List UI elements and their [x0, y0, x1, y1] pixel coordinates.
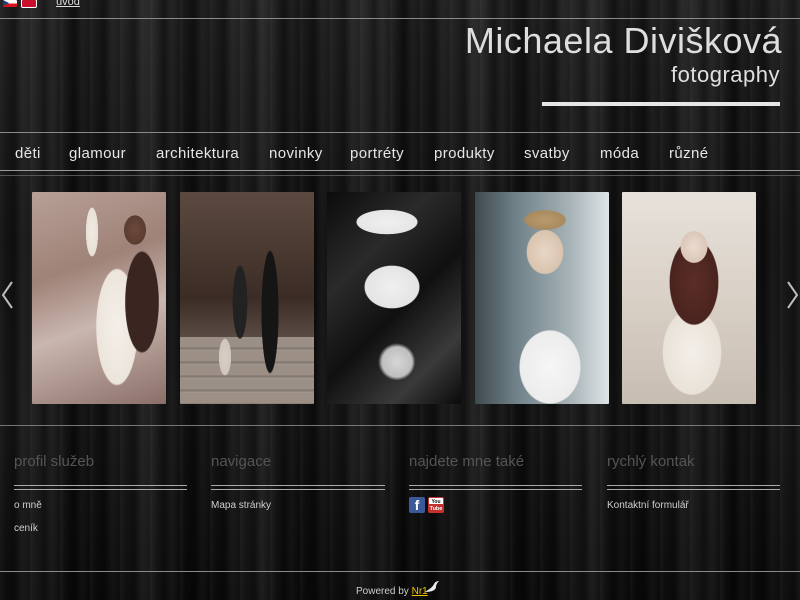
nav-item-portrety[interactable]: portréty: [350, 145, 404, 162]
powered-by-label: Powered by: [356, 586, 409, 597]
nav-item-moda[interactable]: móda: [600, 145, 639, 162]
nav-item-deti[interactable]: děti: [15, 145, 41, 162]
footer-heading-navigation: navigace: [211, 453, 272, 470]
nav-item-architektura[interactable]: architektura: [156, 145, 239, 162]
nav-item-novinky[interactable]: novinky: [269, 145, 323, 162]
footer-divider: [0, 571, 800, 572]
gallery-photo-portrait-woman-lace-dress[interactable]: [32, 192, 166, 404]
gallery-divider: [0, 425, 800, 426]
footer-heading-social: najdete mne také: [409, 453, 525, 470]
header-divider: [0, 18, 800, 19]
home-link[interactable]: úvod: [56, 0, 80, 8]
youtube-icon[interactable]: You Tube: [428, 497, 444, 513]
footer-link-about[interactable]: o mně: [14, 500, 42, 511]
main-navigation: děti glamour architektura novinky portré…: [0, 133, 800, 170]
footer-rule-services: [14, 485, 187, 490]
site-subtitle: fotography: [671, 62, 780, 87]
footer-heading-services: profil služeb: [14, 453, 95, 470]
nav-item-glamour[interactable]: glamour: [69, 145, 126, 162]
gallery-photo-woman-lace-dress[interactable]: [622, 192, 756, 404]
czech-flag-icon[interactable]: [3, 0, 17, 7]
chevron-right-icon[interactable]: [784, 280, 800, 310]
footer-rule-navigation: [211, 485, 385, 490]
nav-divider-bottom-shadow: [0, 175, 800, 176]
svg-text:You: You: [431, 499, 440, 505]
svg-text:Tube: Tube: [430, 506, 443, 512]
brand-underline: [542, 102, 780, 106]
english-flag-icon[interactable]: [21, 0, 37, 8]
footer-rule-contact: [607, 485, 780, 490]
footer-link-contact-form[interactable]: Kontaktní formulář: [607, 500, 689, 511]
footer-heading-contact: rychlý kontak: [607, 453, 695, 470]
facebook-icon[interactable]: f: [409, 497, 425, 513]
language-bar: úvod: [0, 0, 800, 10]
powered-by: Powered by Nr1: [356, 586, 428, 597]
gallery-photo-couple-on-steps[interactable]: [180, 192, 314, 404]
gallery-photo-young-man[interactable]: [475, 192, 609, 404]
nav-item-svatby[interactable]: svatby: [524, 145, 570, 162]
chevron-left-icon[interactable]: [0, 280, 16, 310]
nav-item-ruzne[interactable]: různé: [669, 145, 709, 162]
footer-link-pricing[interactable]: ceník: [14, 523, 38, 534]
nav-divider-bottom: [0, 170, 800, 171]
footer-link-sitemap[interactable]: Mapa stránky: [211, 500, 271, 511]
bird-logo-icon: [425, 581, 439, 592]
site-title[interactable]: Michaela Divišková: [465, 20, 782, 62]
footer-rule-social: [409, 485, 582, 490]
gallery-photo-woman-lying[interactable]: [327, 192, 461, 404]
nav-item-produkty[interactable]: produkty: [434, 145, 495, 162]
